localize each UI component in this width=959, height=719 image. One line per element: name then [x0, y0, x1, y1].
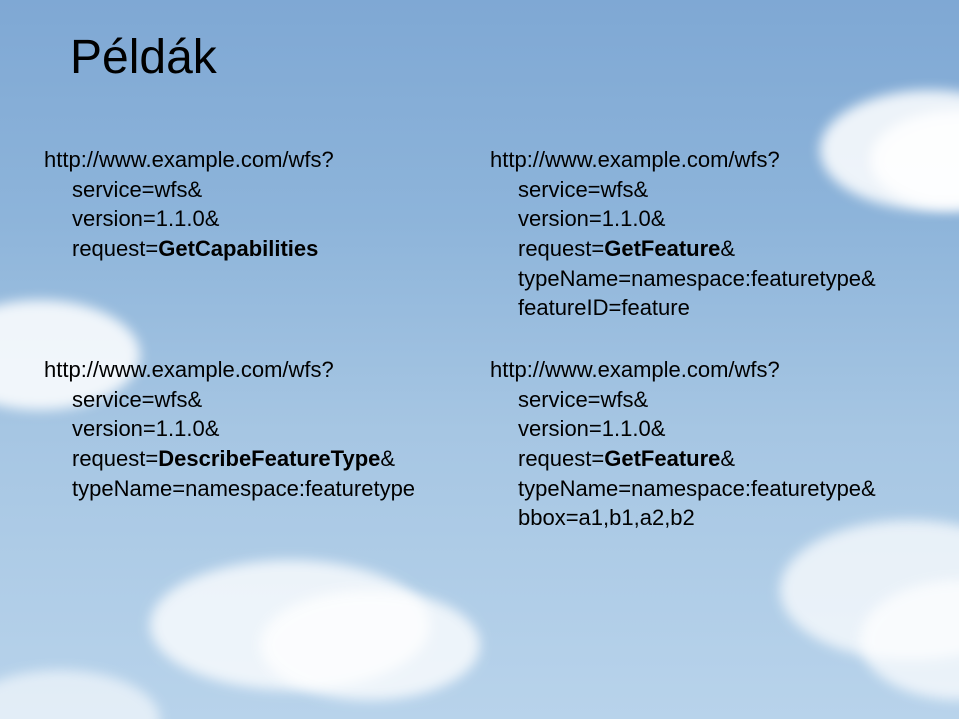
- param-text: typeName=namespace:featuretype&: [518, 266, 876, 291]
- param-text: typeName=namespace:featuretype&: [518, 476, 876, 501]
- param-text: version=1.1.0&: [518, 206, 665, 231]
- param-text: version=1.1.0&: [72, 206, 219, 231]
- request-keyword: DescribeFeatureType: [158, 446, 380, 471]
- param-text: &: [720, 446, 735, 471]
- url-text: http://www.example.com/wfs?: [490, 147, 780, 172]
- cloud-decoration: [260, 590, 480, 700]
- example-describefeaturetype: http://www.example.com/wfs? service=wfs&…: [44, 355, 484, 503]
- request-keyword: GetCapabilities: [158, 236, 318, 261]
- param-text: &: [720, 236, 735, 261]
- param-text: request=: [518, 446, 604, 471]
- param-text: featureID=feature: [518, 295, 690, 320]
- example-getfeature-bbox: http://www.example.com/wfs? service=wfs&…: [490, 355, 940, 533]
- param-text: service=wfs&: [72, 177, 202, 202]
- param-text: bbox=a1,b1,a2,b2: [518, 505, 695, 530]
- param-text: request=: [72, 446, 158, 471]
- param-text: service=wfs&: [72, 387, 202, 412]
- url-text: http://www.example.com/wfs?: [44, 147, 334, 172]
- url-text: http://www.example.com/wfs?: [44, 357, 334, 382]
- request-keyword: GetFeature: [604, 236, 720, 261]
- request-keyword: GetFeature: [604, 446, 720, 471]
- param-text: request=: [518, 236, 604, 261]
- param-text: typeName=namespace:featuretype: [72, 476, 415, 501]
- slide-title: Példák: [70, 30, 217, 85]
- slide: Példák http://www.example.com/wfs? servi…: [0, 0, 959, 719]
- param-text: &: [380, 446, 395, 471]
- param-text: request=: [72, 236, 158, 261]
- param-text: service=wfs&: [518, 387, 648, 412]
- param-text: service=wfs&: [518, 177, 648, 202]
- example-getcapabilities: http://www.example.com/wfs? service=wfs&…: [44, 145, 464, 264]
- url-text: http://www.example.com/wfs?: [490, 357, 780, 382]
- cloud-decoration: [0, 670, 160, 719]
- example-getfeature-id: http://www.example.com/wfs? service=wfs&…: [490, 145, 940, 323]
- param-text: version=1.1.0&: [518, 416, 665, 441]
- param-text: version=1.1.0&: [72, 416, 219, 441]
